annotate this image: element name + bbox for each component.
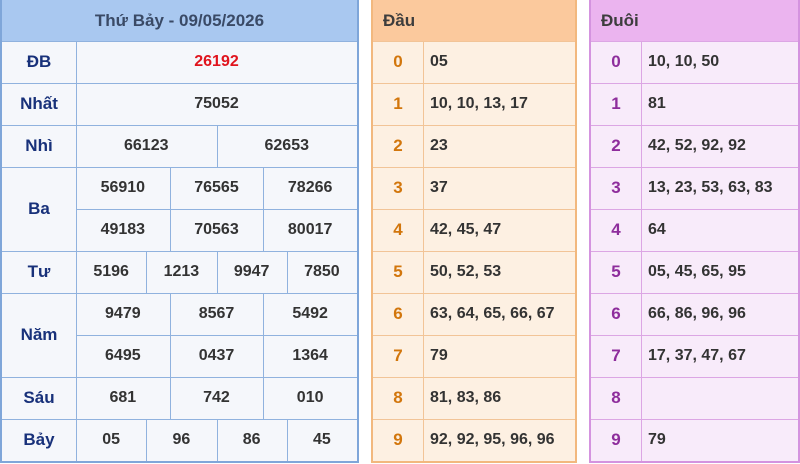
prize-label: Tư (27, 262, 51, 281)
prize-number: 70563 (194, 221, 239, 238)
prize-number: 7850 (304, 263, 340, 280)
dau-digit: 6 (393, 304, 403, 323)
dau-digit: 0 (393, 52, 403, 71)
dau-digit: 5 (393, 262, 403, 281)
duoi-values: 42, 52, 92, 92 (648, 137, 746, 154)
prize-number: 96 (172, 431, 191, 448)
dau-values: 10, 10, 13, 17 (430, 95, 528, 112)
dau-digit: 7 (393, 346, 403, 365)
dau-values: 81, 83, 86 (430, 389, 502, 406)
duoi-values: 64 (648, 221, 666, 238)
dau-digit: 8 (393, 388, 403, 407)
special-prize-number: 26192 (194, 53, 239, 70)
duoi-digit: 7 (611, 346, 621, 365)
duoi-digit: 8 (611, 388, 621, 407)
duoi-values: 17, 37, 47, 67 (648, 347, 746, 364)
dau-values: 50, 52, 53 (430, 263, 502, 280)
dau-digit: 1 (393, 94, 403, 113)
dau-values: 23 (430, 137, 448, 154)
prize-number: 6495 (105, 347, 141, 364)
dau-values: 63, 64, 65, 66, 67 (430, 305, 555, 322)
prize-number: 9479 (105, 305, 141, 322)
prize-number: 742 (203, 389, 230, 406)
prize-table: Thứ Bảy - 09/05/2026 ĐB 26192 Nhất 75052 Nhì… (0, 0, 359, 463)
prize-number: 80017 (287, 221, 333, 238)
prize-number: 9947 (233, 263, 270, 280)
duoi-values: 81 (648, 95, 666, 112)
prize-label: Bảy (23, 430, 55, 449)
prize-number: 76565 (194, 179, 239, 196)
prize-number: 5492 (292, 305, 328, 322)
prize-number: 75052 (194, 95, 239, 112)
prize-number: 8567 (198, 305, 235, 322)
duoi-digit: 2 (611, 136, 621, 155)
duoi-values: 13, 23, 53, 63, 83 (648, 179, 773, 196)
dau-values: 79 (430, 347, 448, 364)
prize-number: 1213 (163, 263, 200, 280)
dau-digit: 9 (393, 430, 403, 449)
dau-values: 92, 92, 95, 96, 96 (430, 431, 555, 448)
prize-number: 66123 (124, 137, 169, 154)
prize-label: Ba (28, 199, 50, 218)
prize-number: 010 (296, 389, 324, 406)
prize-number: 86 (242, 431, 261, 448)
duoi-digit: 0 (611, 52, 621, 71)
prize-number: 0437 (198, 347, 235, 364)
duoi-header: Đuôi (591, 0, 798, 41)
prize-number: 49183 (100, 221, 146, 238)
duoi-digit: 4 (611, 220, 621, 239)
prize-number: 5196 (93, 263, 129, 280)
grid-line (423, 41, 424, 461)
duoi-digit: 6 (611, 304, 621, 323)
grid-line (641, 41, 642, 461)
dau-values: 42, 45, 47 (430, 221, 502, 238)
duoi-digit: 9 (611, 430, 621, 449)
prize-number: 62653 (264, 137, 310, 154)
duoi-digit: 1 (611, 94, 621, 113)
duoi-values: 05, 45, 65, 95 (648, 263, 746, 280)
dau-digit: 2 (393, 136, 403, 155)
prize-number: 45 (312, 431, 331, 448)
dau-values: 37 (430, 179, 448, 196)
duoi-values: 66, 86, 96, 96 (648, 305, 746, 322)
prize-label: Sáu (23, 388, 55, 407)
duoi-digit: 5 (611, 262, 621, 281)
prize-label: ĐB (26, 52, 52, 71)
duoi-values: 79 (648, 431, 666, 448)
dau-digit: 3 (393, 178, 403, 197)
duoi-values: 10, 10, 50 (648, 53, 720, 70)
duoi-digit: 3 (611, 178, 621, 197)
prize-label: Năm (20, 325, 58, 344)
dau-digit: 4 (393, 220, 403, 239)
dau-header: Đầu (373, 0, 575, 41)
dau-table: Đầu 0 05 1 10, 10, 13, 17 2 23 3 37 4 42, 45, 47 5… (371, 0, 577, 463)
prize-number: 78266 (287, 179, 333, 196)
duoi-table: Đuôi 0 10, 10, 50 1 81 2 42, 52, 92, 92 3 13, 2… (589, 0, 800, 463)
prize-number: 681 (109, 389, 137, 406)
prize-label: Nhất (20, 94, 58, 113)
draw-date-title: Thứ Bảy - 09/05/2026 (2, 0, 357, 41)
prize-number: 05 (102, 431, 121, 448)
prize-number: 1364 (292, 347, 328, 364)
duoi-values (641, 377, 798, 419)
prize-label: Nhì (25, 136, 53, 155)
prize-number: 56910 (100, 179, 146, 196)
dau-values: 05 (430, 53, 448, 70)
